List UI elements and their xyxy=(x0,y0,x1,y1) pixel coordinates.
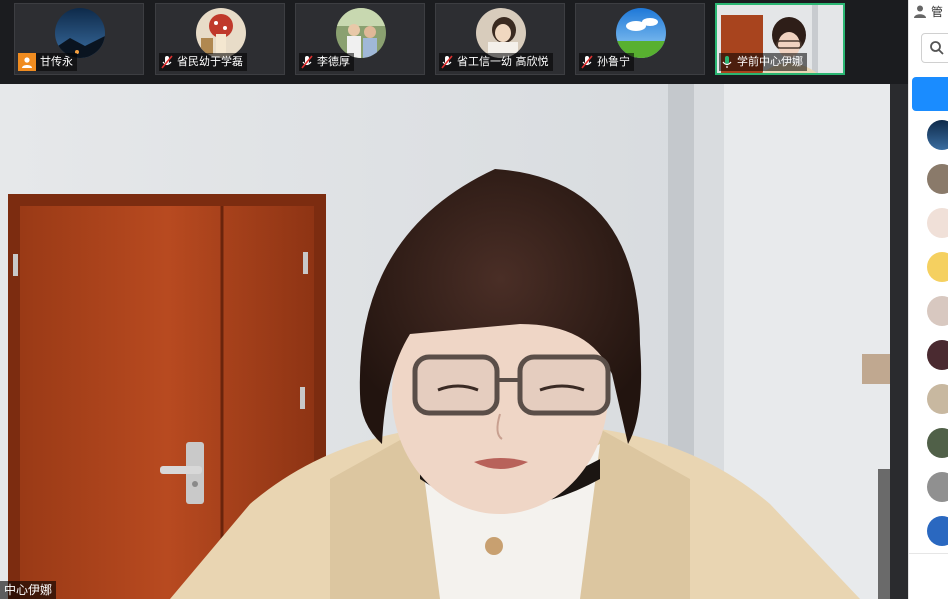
participant-tile-6-active[interactable]: 学前中心伊娜 xyxy=(715,3,845,75)
panel-participant-avatar[interactable] xyxy=(927,252,948,282)
video-area-scrollbar[interactable] xyxy=(890,84,908,599)
participant-avatar xyxy=(336,8,386,58)
participant-name: 甘传永 xyxy=(40,55,73,68)
participant-tile-3[interactable]: 李德厚 xyxy=(295,3,425,75)
participant-tile-2[interactable]: 省民幼于学磊 xyxy=(155,3,285,75)
mic-muted-icon xyxy=(301,55,313,69)
panel-participant-avatar[interactable] xyxy=(927,516,948,546)
main-video[interactable]: 中心伊娜 xyxy=(0,84,890,599)
panel-participant-avatar[interactable] xyxy=(927,164,948,194)
participant-panel: 管 xyxy=(908,0,948,599)
panel-participant-avatar[interactable] xyxy=(927,120,948,150)
panel-action-button[interactable] xyxy=(912,77,948,111)
mic-muted-icon xyxy=(581,55,593,69)
participant-name: 李德厚 xyxy=(317,55,350,68)
user-icon xyxy=(18,53,36,71)
panel-participant-avatar[interactable] xyxy=(927,384,948,414)
participant-tile-1[interactable]: 甘传永 xyxy=(14,3,144,75)
search-icon xyxy=(930,41,944,55)
panel-participant-avatar[interactable] xyxy=(927,428,948,458)
speaker-video-frame xyxy=(0,84,890,599)
panel-participant-avatar[interactable] xyxy=(927,296,948,326)
participant-name: 省民幼于学磊 xyxy=(177,55,243,68)
mic-active-icon xyxy=(722,56,732,68)
participant-avatar xyxy=(476,8,526,58)
panel-header-title: 管 xyxy=(931,4,944,19)
panel-header: 管 xyxy=(913,0,943,22)
participant-label: 孙鲁宁 xyxy=(579,53,634,71)
participant-avatar xyxy=(196,8,246,58)
participant-tile-5[interactable]: 孙鲁宁 xyxy=(575,3,705,75)
participant-strip: 甘传永 省民幼于学磊 李德厚 省工信一幼 高欣悦 孙鲁宁 学前中心伊娜 xyxy=(0,0,892,84)
speaker-name-label: 中心伊娜 xyxy=(0,581,57,599)
participant-name: 学前中心伊娜 xyxy=(737,55,803,68)
participant-label: 省工信一幼 高欣悦 xyxy=(439,53,553,71)
panel-participant-avatar[interactable] xyxy=(927,472,948,502)
participant-label: 学前中心伊娜 xyxy=(719,53,807,71)
participant-name: 省工信一幼 高欣悦 xyxy=(457,55,549,68)
panel-divider xyxy=(909,553,948,554)
mic-muted-icon xyxy=(161,55,173,69)
participant-label: 甘传永 xyxy=(18,53,77,71)
mic-muted-icon xyxy=(441,55,453,69)
panel-participant-avatar[interactable] xyxy=(927,208,948,238)
participant-name: 孙鲁宁 xyxy=(597,55,630,68)
participant-label: 省民幼于学磊 xyxy=(159,53,247,71)
person-icon xyxy=(914,5,926,18)
participant-avatar xyxy=(55,8,105,58)
panel-participant-avatar[interactable] xyxy=(927,340,948,370)
participant-search-input[interactable] xyxy=(921,33,948,63)
participant-label: 李德厚 xyxy=(299,53,354,71)
participant-tile-4[interactable]: 省工信一幼 高欣悦 xyxy=(435,3,565,75)
participant-avatar xyxy=(616,8,666,58)
